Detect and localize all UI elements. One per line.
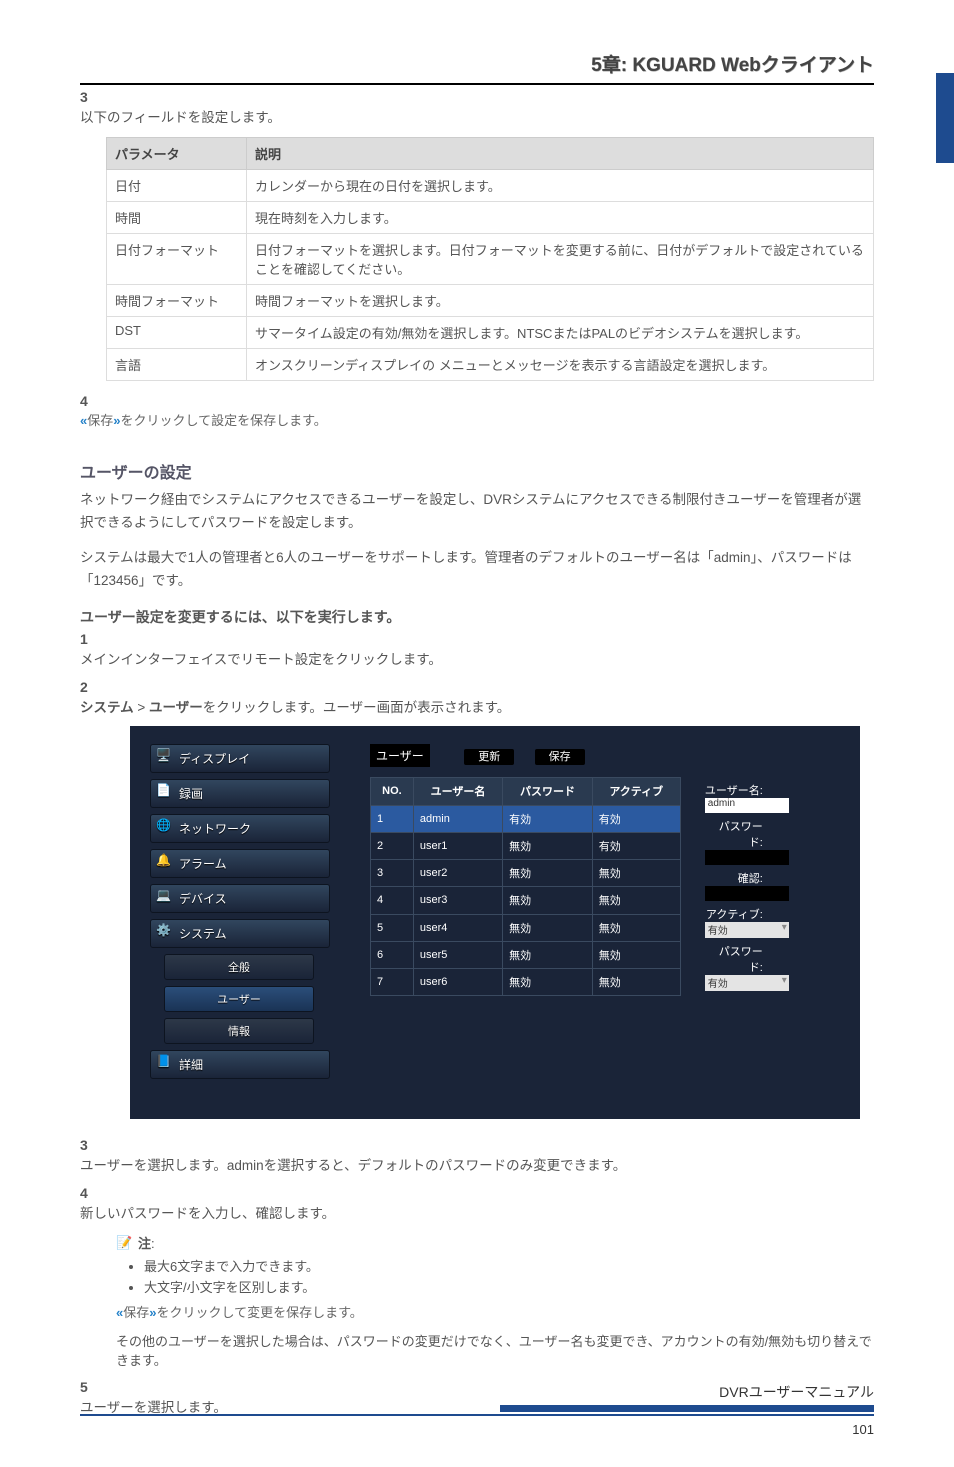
menu-record[interactable]: 📄録画 (150, 779, 330, 808)
note-icon: 📝 (116, 1235, 138, 1253)
user-table: NO. ユーザー名 パスワード アクティブ 1admin有効有効 2user1無… (370, 777, 681, 996)
footer-line (80, 1414, 874, 1416)
side-menu: 🖥️ディスプレイ 📄録画 🌐ネットワーク 🔔アラーム 💻デバイス ⚙️システム … (150, 744, 330, 1079)
display-icon: 🖥️ (156, 748, 174, 766)
th-active: アクティブ (592, 778, 680, 805)
section-title-user: ユーザーの設定 (80, 459, 874, 483)
table-row: 言語オンスクリーンディスプレイの メニューとメッセージを表示する言語設定を選択し… (107, 348, 874, 380)
footer-bar (500, 1405, 874, 1412)
save-button[interactable]: 保存 (535, 749, 585, 765)
step-text: 新しいパスワードを入力し、確認します。 (80, 1203, 848, 1225)
alarm-icon: 🔔 (156, 853, 174, 871)
step-text: ユーザーを選択します。adminを選択すると、デフォルトのパスワードのみ変更でき… (80, 1155, 848, 1177)
th-no: NO. (371, 778, 414, 805)
page-number: 101 (80, 1422, 874, 1437)
table-row[interactable]: 6user5無効無効 (371, 941, 681, 968)
step-text: システム > ユーザーをクリックします。ユーザー画面が表示されます。 (80, 697, 848, 719)
table-row[interactable]: 5user4無効無効 (371, 914, 681, 941)
step-number: 4 (80, 1185, 102, 1201)
step-number: 2 (80, 679, 102, 695)
tail-text: その他のユーザーを選択した場合は、パスワードの変更だけでなく、ユーザー名も変更で… (116, 1331, 874, 1369)
sys-icon: ⚙️ (156, 923, 174, 941)
step-number: 4 (80, 393, 102, 409)
note-label: 注 (138, 1236, 151, 1251)
params-table: パラメータ 説明 日付カレンダーから現在の日付を選択します。 時間現在時刻を入力… (106, 137, 874, 381)
menu-system[interactable]: ⚙️システム (150, 919, 330, 948)
table-row: 日付カレンダーから現在の日付を選択します。 (107, 169, 874, 201)
table-row: 時間フォーマット時間フォーマットを選択します。 (107, 284, 874, 316)
table-row: 時間現在時刻を入力します。 (107, 201, 874, 233)
submenu-info[interactable]: 情報 (164, 1018, 314, 1044)
submenu-general[interactable]: 全般 (164, 954, 314, 980)
header-rule (80, 83, 874, 85)
username-field[interactable]: admin (705, 798, 789, 813)
table-row[interactable]: 4user3無効無効 (371, 887, 681, 914)
step-number: 3 (80, 89, 102, 105)
panel-title: ユーザー (370, 744, 430, 767)
label-password: パスワード: (705, 818, 763, 850)
th-desc: 説明 (247, 137, 874, 169)
table-row: DSTサマータイム設定の有効/無効を選択します。NTSCまたはPALのビデオシス… (107, 316, 874, 348)
label-active: アクティブ: (705, 906, 763, 922)
section-body: ネットワーク経由でシステムにアクセスできるユーザーを設定し、DVRシステムにアク… (80, 489, 874, 535)
table-row: 日付フォーマット日付フォーマットを選択します。日付フォーマットを変更する前に、日… (107, 233, 874, 284)
step-number: 3 (80, 1137, 102, 1153)
th-user: ユーザー名 (413, 778, 502, 805)
table-row[interactable]: 3user2無効無効 (371, 860, 681, 887)
section-body: システムは最大で1人の管理者と6人のユーザーをサポートします。管理者のデフォルト… (80, 547, 874, 593)
rec-icon: 📄 (156, 783, 174, 801)
label-password2: パスワード: (705, 943, 763, 975)
sub-header: ユーザー設定を変更するには、以下を実行します。 (80, 607, 874, 627)
confirm-field[interactable] (705, 886, 789, 901)
password-field[interactable] (705, 850, 789, 865)
menu-detail[interactable]: 📘詳細 (150, 1050, 330, 1079)
password-enable-select[interactable]: 有効 (705, 975, 789, 991)
menu-display[interactable]: 🖥️ディスプレイ (150, 744, 330, 773)
user-screen: 🖥️ディスプレイ 📄録画 🌐ネットワーク 🔔アラーム 💻デバイス ⚙️システム … (130, 726, 860, 1119)
th-param: パラメータ (107, 137, 247, 169)
user-form: ユーザー名:admin パスワード: 確認: アクティブ:有効 パスワード:有効 (705, 777, 840, 996)
submenu-user[interactable]: ユーザー (164, 986, 314, 1012)
label-username: ユーザー名: (705, 782, 763, 798)
dev-icon: 💻 (156, 888, 174, 906)
page-footer: DVRユーザーマニュアル 101 (80, 1382, 874, 1437)
step-text: 以下のフィールドを設定します。 (80, 107, 848, 129)
menu-alarm[interactable]: 🔔アラーム (150, 849, 330, 878)
table-row[interactable]: 2user1無効有効 (371, 832, 681, 859)
footer-title: DVRユーザーマニュアル (80, 1382, 874, 1402)
menu-device[interactable]: 💻デバイス (150, 884, 330, 913)
note-item: 大文字/小文字を区別します。 (144, 1277, 874, 1296)
step-text: «保存»をクリックして設定を保存します。 (80, 411, 848, 432)
menu-network[interactable]: 🌐ネットワーク (150, 814, 330, 843)
active-select[interactable]: 有効 (705, 922, 789, 938)
table-row[interactable]: 7user6無効無効 (371, 969, 681, 996)
th-pass: パスワード (503, 778, 593, 805)
net-icon: 🌐 (156, 818, 174, 836)
save-line: «保存»をクリックして変更を保存します。 (116, 1302, 874, 1321)
table-row[interactable]: 1admin有効有効 (371, 805, 681, 832)
note-item: 最大6文字まで入力できます。 (144, 1256, 874, 1275)
step-number: 1 (80, 631, 102, 647)
chapter-title: 5章: KGUARD Webクライアント (80, 50, 874, 77)
note-block: 📝注: 最大6文字まで入力できます。 大文字/小文字を区別します。 «保存»をク… (116, 1233, 874, 1370)
detail-icon: 📘 (156, 1054, 174, 1072)
step-text: メインインターフェイスでリモート設定をクリックします。 (80, 649, 848, 671)
label-confirm: 確認: (705, 870, 763, 886)
side-tab (936, 73, 954, 163)
refresh-button[interactable]: 更新 (464, 749, 514, 765)
